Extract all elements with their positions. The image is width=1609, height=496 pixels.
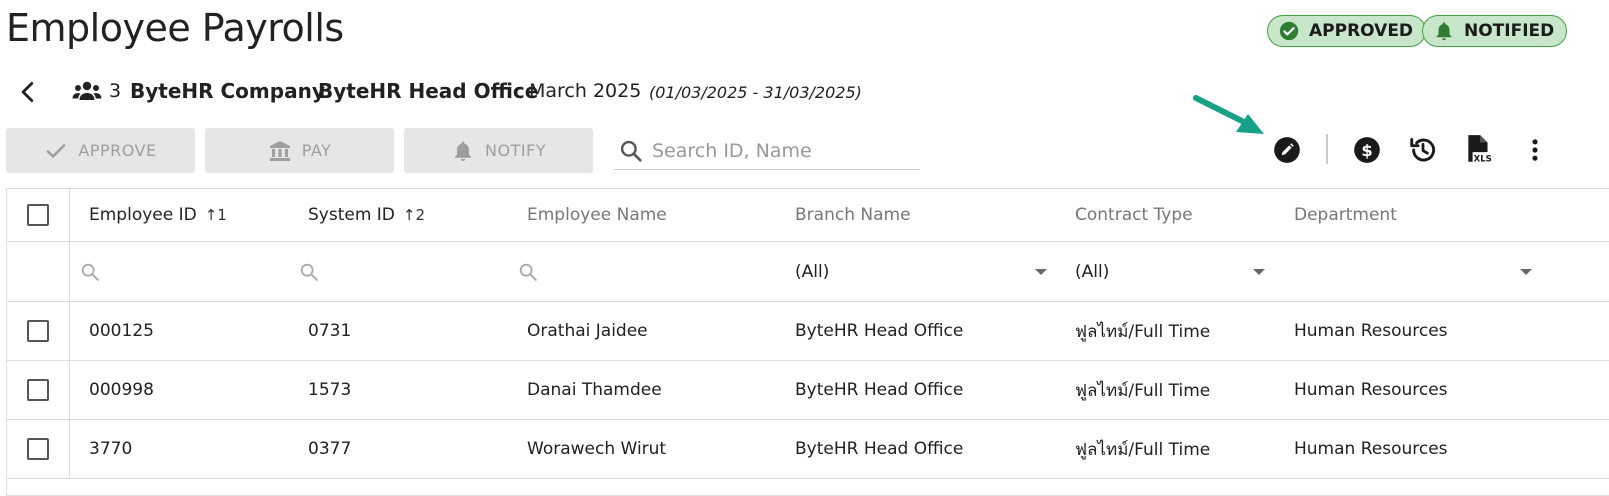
back-button[interactable] xyxy=(14,78,42,106)
pay-button[interactable]: PAY xyxy=(205,128,394,173)
cell-employee-name: Orathai Jaidee xyxy=(527,321,648,341)
select-all-checkbox[interactable] xyxy=(27,204,49,226)
approve-button[interactable]: APPROVE xyxy=(6,128,195,173)
row-checkbox[interactable] xyxy=(27,438,49,460)
office-name: ByteHR Head Office xyxy=(318,79,539,103)
status-badge-label: APPROVED xyxy=(1309,21,1414,41)
search-input[interactable] xyxy=(650,139,914,163)
dollar-icon: $ xyxy=(1354,137,1380,163)
search-icon xyxy=(519,263,537,281)
cell-employee-name: Danai Thamdee xyxy=(527,380,662,400)
caret-down-icon xyxy=(1253,269,1265,275)
edit-icon xyxy=(1274,137,1300,163)
people-icon xyxy=(72,81,102,100)
filter-employee-id[interactable] xyxy=(79,242,101,301)
cell-employee-id: 000125 xyxy=(89,321,154,341)
search-icon xyxy=(81,263,99,281)
cell-branch-name: ByteHR Head Office xyxy=(795,321,964,341)
cell-department: Human Resources xyxy=(1294,321,1448,341)
cell-system-id: 1573 xyxy=(308,380,352,400)
table-header-row: Employee ID ↑1 System ID ↑2 Employee Nam… xyxy=(7,189,1609,242)
row-checkbox[interactable] xyxy=(27,379,49,401)
filter-branch-dropdown[interactable]: (All) xyxy=(795,242,1047,301)
cell-employee-id: 3770 xyxy=(89,439,133,459)
search-box xyxy=(614,133,920,170)
svg-text:$: $ xyxy=(1361,141,1372,160)
cell-contract-type: ฟูลไทม์/Full Time xyxy=(1075,380,1211,401)
search-icon xyxy=(300,263,318,281)
table-row[interactable]: 000125 0731 Orathai Jaidee ByteHR Head O… xyxy=(7,302,1609,361)
edit-button[interactable] xyxy=(1270,133,1304,167)
column-header-employee-name[interactable]: Employee Name xyxy=(527,189,667,241)
cell-branch-name: ByteHR Head Office xyxy=(795,439,964,459)
payment-button[interactable]: $ xyxy=(1350,133,1384,167)
sort-asc-indicator: ↑2 xyxy=(402,206,426,224)
cell-system-id: 0731 xyxy=(308,321,352,341)
employee-count: 3 xyxy=(109,80,122,102)
notify-button[interactable]: NOTIFY xyxy=(404,128,593,173)
row-checkbox[interactable] xyxy=(27,320,49,342)
more-options-button[interactable] xyxy=(1518,133,1552,167)
filter-department-dropdown[interactable] xyxy=(1294,242,1534,301)
toolbar-divider xyxy=(1326,134,1328,164)
search-icon xyxy=(620,140,642,162)
company-name: ByteHR Company xyxy=(130,79,325,103)
svg-text:XLS: XLS xyxy=(1474,155,1492,165)
sort-asc-indicator: ↑1 xyxy=(204,206,227,224)
annotation-arrow-icon xyxy=(1193,95,1264,134)
caret-down-icon xyxy=(1520,269,1532,275)
cell-contract-type: ฟูลไทม์/Full Time xyxy=(1075,321,1211,342)
page-title: Employee Payrolls xyxy=(6,6,344,50)
cell-employee-id: 000998 xyxy=(89,380,154,400)
notify-button-label: NOTIFY xyxy=(484,141,547,160)
cell-system-id: 0377 xyxy=(308,439,352,459)
xls-file-icon: XLS xyxy=(1468,135,1493,165)
column-header-department[interactable]: Department xyxy=(1294,189,1397,241)
payroll-period: March 2025 xyxy=(529,80,642,102)
cell-department: Human Resources xyxy=(1294,380,1448,400)
bell-icon xyxy=(454,141,471,161)
status-badge-notified: NOTIFIED xyxy=(1422,15,1568,47)
table-row[interactable]: 3770 0377 Worawech Wirut ByteHR Head Off… xyxy=(7,420,1609,479)
caret-down-icon xyxy=(1035,269,1047,275)
filter-employee-name[interactable] xyxy=(517,242,539,301)
cell-employee-name: Worawech Wirut xyxy=(527,439,667,459)
cell-department: Human Resources xyxy=(1294,439,1448,459)
pay-button-label: PAY xyxy=(301,141,332,160)
filter-contract-dropdown[interactable]: (All) xyxy=(1075,242,1265,301)
history-button[interactable] xyxy=(1406,133,1440,167)
table-filter-row: (All) (All) xyxy=(7,242,1609,302)
column-header-contract-type[interactable]: Contract Type xyxy=(1075,189,1193,241)
status-badge-label: NOTIFIED xyxy=(1464,21,1555,41)
filter-system-id[interactable] xyxy=(298,242,320,301)
table-row[interactable]: 000998 1573 Danai Thamdee ByteHR Head Of… xyxy=(7,361,1609,420)
history-icon xyxy=(1410,137,1436,162)
column-header-employee-id[interactable]: Employee ID ↑1 xyxy=(89,189,227,241)
payroll-date-range: (01/03/2025 - 31/03/2025) xyxy=(649,83,862,102)
bell-icon xyxy=(1436,22,1452,41)
approve-button-label: APPROVE xyxy=(78,141,157,160)
status-badge-approved: APPROVED xyxy=(1267,15,1427,47)
chevron-left-icon xyxy=(21,81,34,103)
column-header-branch-name[interactable]: Branch Name xyxy=(795,189,911,241)
column-header-system-id[interactable]: System ID ↑2 xyxy=(308,189,425,241)
export-xls-button[interactable]: XLS xyxy=(1462,133,1496,167)
check-icon xyxy=(47,143,66,158)
payroll-table: Employee ID ↑1 System ID ↑2 Employee Nam… xyxy=(6,188,1609,496)
check-circle-icon xyxy=(1279,21,1299,41)
bank-icon xyxy=(269,140,290,161)
more-vert-icon xyxy=(1532,139,1538,161)
cell-branch-name: ByteHR Head Office xyxy=(795,380,964,400)
cell-contract-type: ฟูลไทม์/Full Time xyxy=(1075,439,1211,460)
